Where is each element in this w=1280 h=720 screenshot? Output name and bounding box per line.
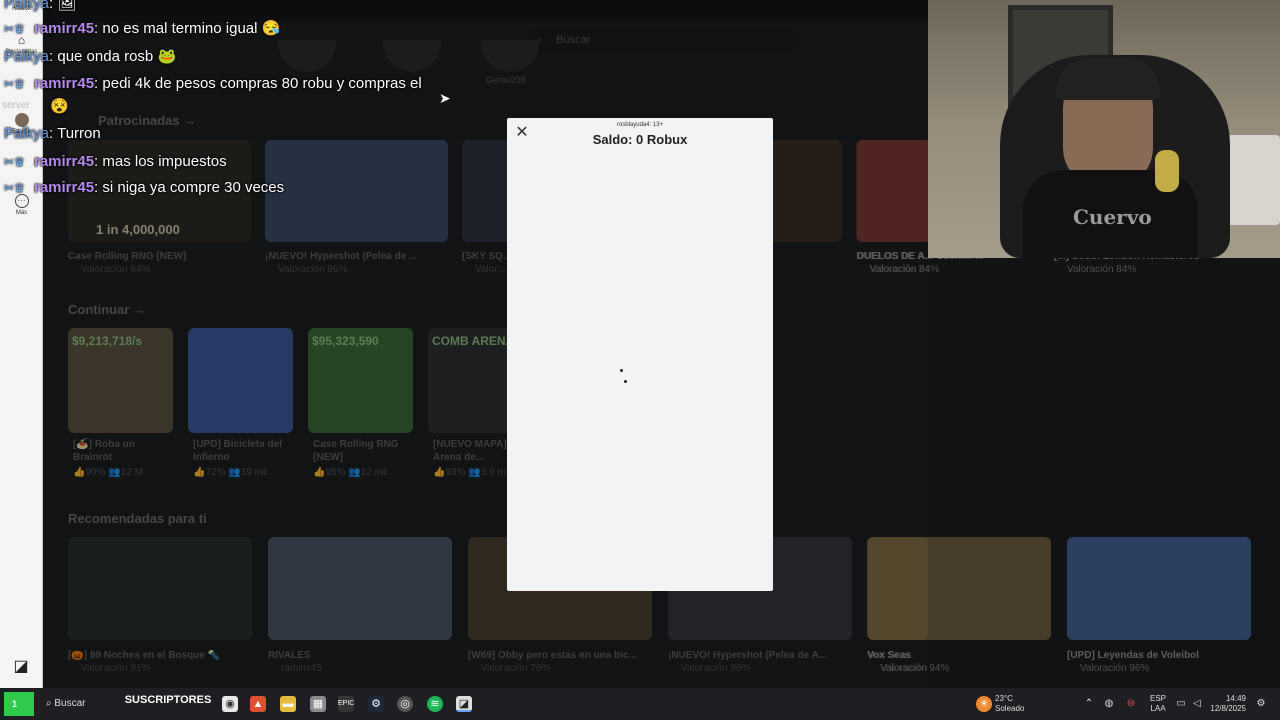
tile-rating: Valoración 84% [870, 264, 940, 275]
brave-icon[interactable]: ▲ [250, 696, 266, 712]
weather-icon: ☀ [976, 696, 992, 712]
chat-text: : que onda rosb 🐸 [49, 48, 177, 65]
chrome-icon[interactable]: ◉ [222, 696, 238, 712]
chat-text: : 🖼 [49, 0, 77, 12]
chat-badge-icon: ✂♛ [4, 22, 25, 36]
screen: Roblox ⌂ Destacadas server Equipo ··· Má… [0, 0, 1280, 720]
lang-bottom: LAA [1150, 704, 1166, 713]
chat-message: 😵 [4, 97, 69, 115]
chat-username: Palkya [4, 48, 50, 65]
chat-username: ramirr45 [34, 75, 95, 92]
tile-title: Vox Seas [867, 650, 911, 661]
chat-text: : mas los impuestos [94, 153, 227, 170]
chat-badge-icon: ✂♛ [4, 155, 25, 169]
weather-temp: 23°C [995, 694, 1013, 703]
tile-title: [UPD] Leyendas de Voleibol [1067, 650, 1200, 661]
chat-username: ramirr45 [34, 153, 95, 170]
clock-time: 14:49 [1225, 694, 1246, 703]
chat-username: ramirr45 [34, 20, 95, 37]
weather-desc: Soleado [995, 704, 1025, 713]
subscribers-label: SUSCRIPTORES [124, 694, 212, 706]
chat-message: Palkya: 🖼 [4, 0, 76, 12]
epic-games-icon[interactable]: EPIC [338, 696, 354, 712]
chat-username: ramirr45 [34, 179, 95, 196]
clock[interactable]: 14:49 12/8/2025 [1206, 688, 1246, 720]
folder-icon[interactable]: ▬ [280, 696, 296, 712]
network-icon[interactable]: ▭ [1174, 688, 1188, 720]
loading-spinner [620, 369, 623, 372]
webcam-shirt-logo: Cuervo [1073, 205, 1152, 229]
chat-text: 😵 [50, 98, 69, 115]
purchase-modal: ✕ rosblayuda4: 13+ Saldo: 0 Robux [507, 118, 773, 591]
webcam-feed: Cuervo [928, 0, 1280, 258]
chat-message: Palkya: que onda rosb 🐸 [4, 47, 176, 65]
chat-text: : no es mal termino igual 😪 [94, 20, 281, 37]
taskbar-search[interactable]: ⌕ Buscar [36, 688, 116, 720]
roblox-taskbar-icon[interactable]: ◪ [456, 696, 472, 712]
chat-badge-icon: ✂♛ [4, 77, 25, 91]
webcam-microphone [1155, 150, 1179, 192]
modal-username: rosblayuda4: 13+ [616, 122, 664, 128]
chat-username: Palkya [4, 0, 50, 12]
chat-username: Palkya [4, 125, 50, 142]
weather-widget[interactable]: 23°C Soleado [995, 688, 1035, 720]
mouse-cursor-icon: ➤ [439, 90, 451, 106]
language-indicator[interactable]: ESP LAA [1146, 688, 1170, 720]
taskbar: 1 ⌕ Buscar SUSCRIPTORES ◉ ▲ ▬ ▦ EPIC ⚙ ◎… [0, 688, 1280, 720]
loading-spinner [624, 380, 627, 383]
chat-message: ✂♛ ramirr45: mas los impuestos [4, 153, 227, 170]
chevron-up-icon[interactable]: ⌃ [1082, 688, 1096, 720]
tile-rating: Valoración 84% [1067, 264, 1137, 275]
steam-icon[interactable]: ⚙ [368, 696, 384, 712]
obs-icon[interactable]: ◎ [397, 696, 413, 712]
spotify-icon[interactable]: ≋ [427, 696, 443, 712]
chat-message: ✂♛ ramirr45: si niga ya compre 30 veces [4, 179, 284, 196]
chat-text: : si niga ya compre 30 veces [94, 179, 285, 196]
chat-text: : Turron [49, 125, 101, 142]
clock-date: 12/8/2025 [1210, 704, 1246, 713]
store-icon[interactable]: ▦ [310, 696, 326, 712]
webcam-person-hat [1056, 58, 1160, 100]
volume-icon[interactable]: ◁ [1190, 688, 1204, 720]
taskbar-search-label: Buscar [54, 698, 86, 709]
chat-text: : pedi 4k de pesos compras 80 robu y com… [94, 75, 422, 92]
notifications-icon[interactable]: ⚙ [1254, 688, 1268, 720]
game-tile[interactable] [1067, 537, 1251, 640]
chat-message: ✂♛ ramirr45: no es mal termino igual 😪 [4, 19, 280, 37]
game-tile[interactable] [867, 537, 1051, 640]
search-icon: ⌕ [46, 698, 52, 709]
lang-top: ESP [1149, 694, 1166, 703]
chat-badge-icon: ✂♛ [4, 181, 25, 195]
modal-balance: Saldo: 0 Robux [592, 132, 688, 147]
chat-message: ✂♛ ramirr45: pedi 4k de pesos compras 80 … [4, 75, 422, 92]
discord-icon[interactable]: ◍ [1102, 688, 1116, 720]
chat-message: Palkya: Turron [4, 125, 101, 142]
tile-rating: Valoración 94% [880, 663, 950, 674]
tile-rating: Valoración 96% [1080, 663, 1150, 674]
microphone-icon[interactable]: ⊖ [1124, 688, 1138, 720]
start-badge[interactable]: 1 [4, 692, 34, 716]
